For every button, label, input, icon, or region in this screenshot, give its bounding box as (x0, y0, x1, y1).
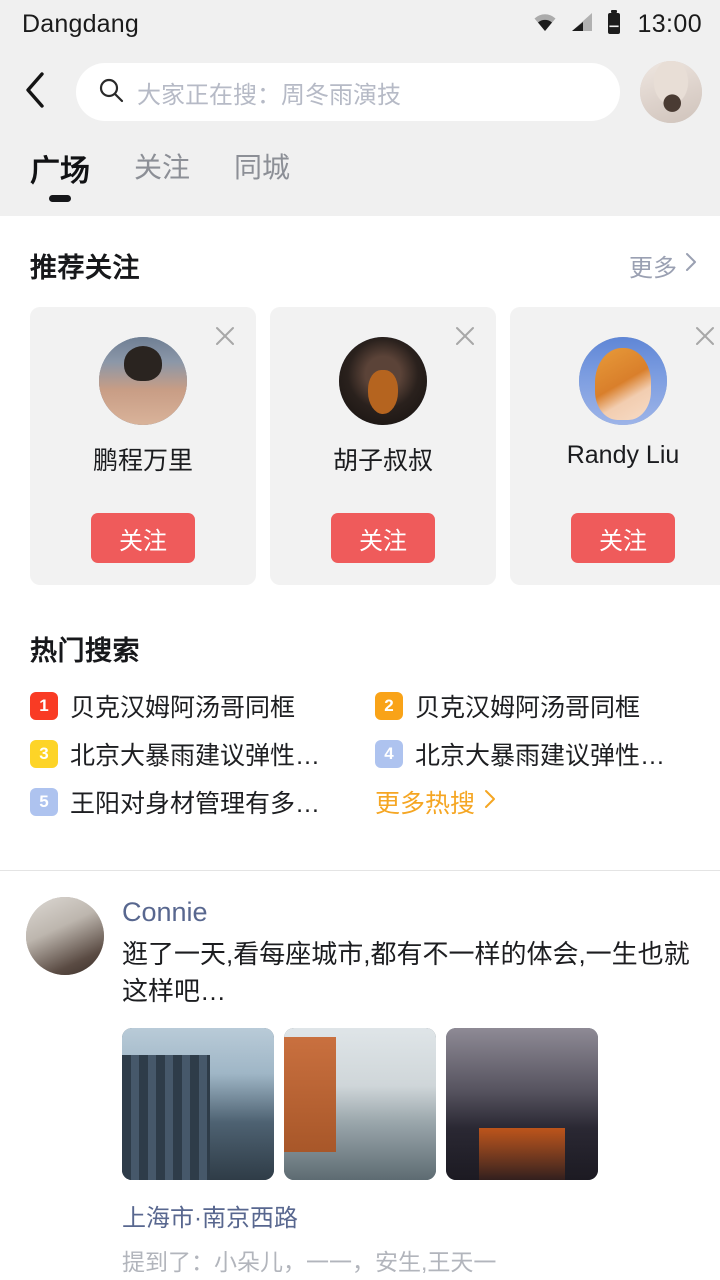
main-content: 推荐关注 更多 鹏程万里 关注 胡子叔叔 关注 Randy Liu 关注 热门搜… (0, 216, 720, 1280)
hot-search-item[interactable]: 3 北京大暴雨建议弹性… (30, 730, 375, 778)
post-mentions: 提到了：小朵儿，一一，安生,王天一 (122, 1248, 497, 1275)
recommend-more-link[interactable]: 更多 (629, 248, 698, 283)
recommend-card[interactable]: 胡子叔叔 关注 (270, 307, 496, 585)
avatar[interactable] (99, 337, 187, 425)
app-screen: Dangdang 13:00 大家正在搜：周冬雨演技 广场 关注 同城 推荐关注… (0, 0, 720, 1280)
recommend-card[interactable]: Randy Liu 关注 (510, 307, 720, 585)
avatar-image (579, 337, 667, 425)
profile-avatar[interactable] (640, 61, 702, 123)
more-hot-search-label: 更多热搜 (375, 790, 476, 818)
follow-button[interactable]: 关注 (91, 513, 195, 563)
back-chevron-icon (22, 70, 48, 115)
avatar-image (26, 897, 104, 975)
recommend-card-name: 鹏程万里 (92, 447, 193, 475)
recommend-card-name: Randy Liu (566, 441, 680, 469)
back-button[interactable] (22, 66, 68, 118)
recommend-card-name: 胡子叔叔 (332, 447, 433, 475)
tab-square-label: 广场 (30, 155, 90, 188)
hot-search-text: 王阳对身材管理有多… (70, 790, 321, 818)
follow-button[interactable]: 关注 (331, 513, 435, 563)
status-bar-right: 13:00 (532, 9, 702, 39)
hot-search-item[interactable]: 1 贝克汉姆阿汤哥同框 (30, 682, 375, 730)
post-image-content (122, 1027, 274, 1180)
close-icon[interactable] (208, 319, 242, 353)
battery-icon (606, 9, 622, 39)
app-title: Dangdang (22, 9, 139, 38)
tab-following-label: 关注 (134, 152, 191, 183)
chevron-right-icon (483, 788, 497, 817)
search-input[interactable]: 大家正在搜：周冬雨演技 (76, 63, 620, 121)
follow-button[interactable]: 关注 (571, 513, 675, 563)
close-icon[interactable] (688, 319, 720, 353)
chevron-right-icon (684, 251, 698, 280)
hot-search-item[interactable]: 4 北京大暴雨建议弹性… (375, 730, 720, 778)
post-location[interactable]: 上海市·南京西路 (122, 1198, 298, 1233)
avatar[interactable] (339, 337, 427, 425)
recommend-section-header: 推荐关注 更多 (0, 216, 720, 285)
post-image[interactable] (284, 1027, 436, 1180)
status-time: 13:00 (637, 9, 702, 38)
post-author-avatar[interactable] (26, 897, 104, 975)
search-icon (98, 77, 124, 108)
post-image-content (284, 1027, 436, 1180)
wifi-icon (532, 12, 558, 37)
hot-search-list: 1 贝克汉姆阿汤哥同框 2 贝克汉姆阿汤哥同框 3 北京大暴雨建议弹性… 4 北… (0, 668, 720, 826)
tab-following[interactable]: 关注 (134, 146, 190, 200)
post-text: 逛了一天,看每座城市,都有不一样的体会,一生也就这样吧… (122, 939, 690, 1006)
hot-search-text: 北京大暴雨建议弹性… (70, 742, 321, 770)
post-body: Connie 逛了一天,看每座城市,都有不一样的体会,一生也就这样吧… 上海市·… (122, 897, 720, 1277)
post-image-content (446, 1027, 598, 1180)
recommend-more-label: 更多 (629, 255, 677, 282)
hot-search-title: 热门搜索 (30, 636, 140, 666)
rank-badge: 1 (30, 692, 58, 720)
post-image[interactable] (446, 1027, 598, 1180)
recommend-title: 推荐关注 (30, 253, 140, 283)
post-image[interactable] (122, 1027, 274, 1180)
tab-square[interactable]: 广场 (30, 146, 90, 204)
hot-search-item[interactable]: 5 王阳对身材管理有多… (30, 778, 375, 826)
hot-search-section: 热门搜索 1 贝克汉姆阿汤哥同框 2 贝克汉姆阿汤哥同框 3 北京大暴雨建议弹性… (0, 585, 720, 826)
post-author-name[interactable]: Connie (122, 897, 208, 928)
rank-badge: 2 (375, 692, 403, 720)
search-header: 大家正在搜：周冬雨演技 (0, 48, 720, 136)
rank-badge: 5 (30, 788, 58, 816)
rank-badge: 4 (375, 740, 403, 768)
more-hot-search-link[interactable]: 更多热搜 (375, 778, 720, 826)
close-icon[interactable] (448, 319, 482, 353)
recommend-cards: 鹏程万里 关注 胡子叔叔 关注 Randy Liu 关注 (0, 285, 720, 585)
avatar-image (640, 61, 702, 123)
tab-nearby[interactable]: 同城 (234, 146, 290, 200)
search-placeholder: 大家正在搜：周冬雨演技 (137, 81, 401, 109)
recommend-card[interactable]: 鹏程万里 关注 (30, 307, 256, 585)
tab-nearby-label: 同城 (234, 152, 291, 183)
hot-search-text: 贝克汉姆阿汤哥同框 (415, 694, 641, 722)
post-image-gallery (122, 1027, 696, 1180)
tab-bar: 广场 关注 同城 (0, 136, 720, 216)
hot-search-item[interactable]: 2 贝克汉姆阿汤哥同框 (375, 682, 720, 730)
hot-search-text: 北京大暴雨建议弹性… (415, 742, 666, 770)
feed-post: Connie 逛了一天,看每座城市,都有不一样的体会,一生也就这样吧… 上海市·… (0, 871, 720, 1277)
rank-badge: 3 (30, 740, 58, 768)
hot-search-text: 贝克汉姆阿汤哥同框 (70, 694, 296, 722)
avatar[interactable] (579, 337, 667, 425)
avatar-image (339, 337, 427, 425)
tab-active-indicator (49, 195, 71, 202)
top-region: Dangdang 13:00 大家正在搜：周冬雨演技 广场 关注 同城 (0, 0, 720, 216)
avatar-image (99, 337, 187, 425)
cellular-signal-icon (570, 12, 594, 37)
status-bar: Dangdang 13:00 (0, 0, 720, 48)
